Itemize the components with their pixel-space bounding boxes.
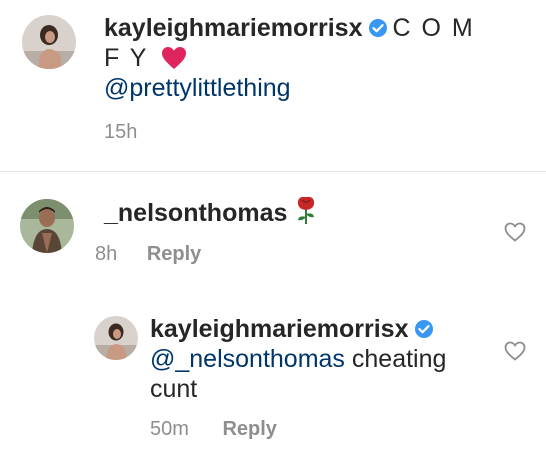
- caption-time: 15h: [104, 121, 138, 143]
- rose-icon: [298, 196, 315, 224]
- verified-badge-icon: [369, 19, 388, 37]
- reply-avatar[interactable]: [94, 316, 138, 360]
- comment-text: _nelsonthomas: [104, 195, 319, 228]
- reply-meta: 50m Reply: [150, 418, 277, 441]
- reply-time: 50m: [150, 418, 189, 440]
- caption-line-3: @prettylittlething: [104, 73, 524, 103]
- red-heart-icon: [162, 47, 187, 69]
- reply-body: cheating: [351, 345, 447, 373]
- heart-outline-icon[interactable]: [504, 222, 526, 242]
- reply-line-1: kayleighmariemorrisx: [150, 314, 480, 344]
- reply-line-2: @_nelsonthomas cheating: [150, 344, 480, 374]
- reply-button[interactable]: Reply: [147, 243, 201, 265]
- comment-meta: 8h Reply: [95, 243, 201, 266]
- caption-line-2: F Y: [104, 43, 524, 73]
- reply-text: kayleighmariemorrisx @_nelsonthomas chea…: [150, 314, 480, 404]
- caption-text-line-1: C O M: [392, 14, 475, 42]
- caption-text: kayleighmariemorrisx C O M F Y @prettylit…: [104, 13, 524, 103]
- caption-mention[interactable]: @prettylittlething: [104, 74, 291, 102]
- reply-line-3: cunt: [150, 374, 480, 404]
- comment-username[interactable]: _nelsonthomas: [104, 199, 287, 227]
- divider: [0, 171, 546, 172]
- comment-avatar[interactable]: [20, 199, 74, 253]
- reply-mention[interactable]: @_nelsonthomas: [150, 345, 345, 373]
- reply-username[interactable]: kayleighmariemorrisx: [150, 315, 408, 343]
- reply-body-line-2: cunt: [150, 375, 198, 403]
- caption-username[interactable]: kayleighmariemorrisx: [104, 14, 362, 42]
- caption-text-line-2: F Y: [104, 44, 149, 72]
- verified-badge-icon: [415, 320, 434, 338]
- reply-button[interactable]: Reply: [222, 418, 276, 440]
- heart-outline-icon[interactable]: [504, 341, 526, 361]
- caption-avatar[interactable]: [22, 15, 76, 69]
- comment-time: 8h: [95, 243, 118, 265]
- caption-line-1: kayleighmariemorrisx C O M: [104, 13, 524, 43]
